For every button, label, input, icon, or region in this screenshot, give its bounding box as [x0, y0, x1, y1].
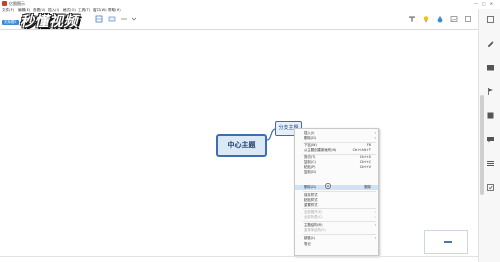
- menu-item-delete-sub[interactable]: 删除(D) ›: [295, 136, 378, 141]
- flag-icon[interactable]: [486, 87, 495, 96]
- menu-separator: [303, 234, 376, 235]
- chevron-right-icon: ›: [374, 136, 376, 140]
- central-topic[interactable]: 中心主题: [216, 134, 267, 157]
- outline-icon[interactable]: [486, 159, 495, 168]
- menu-item-expand-all[interactable]: 全部展开(E) ›: [295, 210, 378, 215]
- task-icon[interactable]: [486, 183, 495, 192]
- menu-item-topic-structure[interactable]: 主题结构(R) ›: [295, 223, 378, 228]
- comment-icon[interactable]: [486, 135, 495, 144]
- mouse-cursor-icon: [325, 183, 331, 189]
- menu-separator: [303, 208, 376, 209]
- minimap-node: [444, 241, 452, 243]
- menu-item-reorder-structure[interactable]: 重排序结构(S): [295, 228, 378, 233]
- menu-item-insert[interactable]: 插入(I) ›: [295, 131, 378, 136]
- menu-item-drill-down[interactable]: 下钻(W) F6: [295, 143, 378, 148]
- chevron-right-icon: ›: [374, 236, 376, 240]
- theme-icon[interactable]: [486, 39, 495, 48]
- menu-item-notes[interactable]: 笔记: [295, 242, 378, 247]
- chevron-right-icon: ›: [374, 210, 376, 214]
- menu-item-paste-style[interactable]: 粘贴样式: [295, 198, 378, 203]
- topic-connector: [266, 128, 277, 141]
- menu-item-save-style[interactable]: 保存样式: [295, 193, 378, 198]
- menu-item-collapse-all[interactable]: 全部折叠(C) ›: [295, 215, 378, 220]
- chevron-right-icon: ›: [374, 215, 376, 219]
- minimap[interactable]: [424, 230, 468, 254]
- menu-item-duplicate[interactable]: 复制(D): [295, 170, 378, 175]
- chevron-right-icon: ›: [374, 223, 376, 227]
- image-icon[interactable]: [486, 63, 495, 72]
- menu-separator: [303, 221, 376, 222]
- note-icon[interactable]: [486, 111, 495, 120]
- menu-item-paste[interactable]: 粘贴(P) Ctrl+V: [295, 165, 378, 170]
- menu-item-copy[interactable]: 复制(C) Ctrl+C: [295, 160, 378, 165]
- vertical-scrollbar[interactable]: [480, 95, 484, 195]
- chevron-right-icon: ›: [374, 131, 376, 135]
- context-menu: 插入(I) › 删除(D) › 下钻(W) F6 从主题创建新画布(N) Ctr…: [294, 128, 379, 256]
- menu-item-cut[interactable]: 剪切(T) Ctrl+X: [295, 155, 378, 160]
- menu-item-hyperlink[interactable]: 超链(L) ›: [295, 236, 378, 241]
- menu-item-new-canvas[interactable]: 从主题创建新画布(N) Ctrl+Alt+T: [295, 148, 378, 153]
- format-icon[interactable]: [486, 15, 495, 24]
- menu-item-reset-style[interactable]: 重置样式: [295, 203, 378, 208]
- canvas-bottom-border: [0, 256, 478, 257]
- menu-item-delete[interactable]: 删除(D) 删除: [295, 185, 378, 190]
